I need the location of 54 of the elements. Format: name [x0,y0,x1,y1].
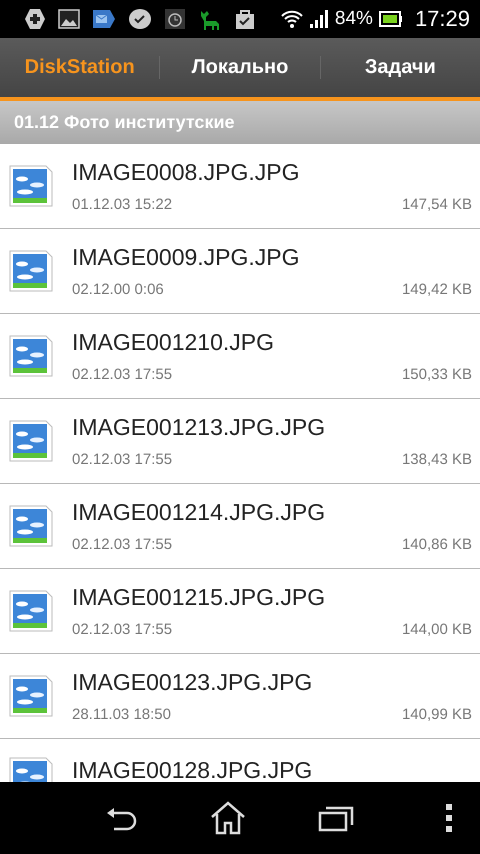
image-file-icon [9,250,53,292]
tab[interactable]: Локально [160,38,320,97]
file-size: 140,86 KB [402,536,472,553]
file-date: 01.12.03 15:22 [72,196,172,213]
file-row[interactable]: IMAGE00123.JPG.JPG 28.11.03 18:50 140,99 KB [0,654,480,739]
deer-icon [198,8,222,30]
add-notification-icon [24,8,46,30]
file-row[interactable]: IMAGE001215.JPG.JPG 02.12.03 17:55 144,00 KB [0,569,480,654]
file-name: IMAGE0008.JPG.JPG [72,159,301,186]
file-row[interactable]: IMAGE0009.JPG.JPG 02.12.00 0:06 149,42 KB [0,229,480,314]
battery-percent: 84% [334,8,373,30]
mail-icon [92,9,116,29]
recent-apps-icon[interactable] [318,804,354,832]
image-file-icon [9,590,53,632]
home-icon[interactable] [210,801,246,835]
image-file-icon [9,420,53,462]
file-size: 149,42 KB [402,281,472,298]
tab[interactable]: Задачи [320,38,480,97]
wifi-icon [280,9,303,29]
image-file-icon [9,335,53,377]
file-date: 02.12.03 17:55 [72,366,172,383]
file-name: IMAGE0009.JPG.JPG [72,244,301,271]
folder-title: 01.12 Фото институтские [14,112,235,133]
clock-time: 17:29 [414,6,470,32]
file-row[interactable]: IMAGE001213.JPG.JPG 02.12.03 17:55 138,43 KB [0,399,480,484]
file-name: IMAGE00123.JPG.JPG [72,669,314,696]
alarm-clock-icon [164,8,186,30]
file-size: 144,00 KB [402,621,472,638]
file-date: 02.12.00 0:06 [72,281,164,298]
file-name: IMAGE001213.JPG.JPG [72,414,326,441]
battery-icon [378,11,403,27]
file-row[interactable]: IMAGE001214.JPG.JPG 02.12.03 17:55 140,86 KB [0,484,480,569]
file-date: 02.12.03 17:55 [72,536,172,553]
file-name: IMAGE001214.JPG.JPG [72,499,326,526]
file-size: 147,54 KB [402,196,472,213]
check-bubble-icon [128,7,152,31]
menu-icon[interactable] [446,804,452,832]
image-file-icon [9,505,53,547]
file-date: 28.11.03 18:50 [72,706,171,723]
file-name: IMAGE00128.JPG.JPG [72,757,314,782]
file-date: 02.12.03 17:55 [72,451,172,468]
file-row[interactable]: IMAGE001210.JPG 02.12.03 17:55 150,33 KB [0,314,480,399]
image-icon [58,9,80,29]
file-name: IMAGE001210.JPG [72,329,275,356]
image-file-icon [9,675,53,717]
file-date: 02.12.03 17:55 [72,621,172,638]
file-size: 138,43 KB [402,451,472,468]
file-row[interactable]: IMAGE0008.JPG.JPG 01.12.03 15:22 147,54 KB [0,144,480,229]
shopping-bag-icon [234,8,256,30]
file-size: 140,99 KB [402,706,472,723]
file-name: IMAGE001215.JPG.JPG [72,584,326,611]
file-size: 150,33 KB [402,366,472,383]
signal-icon [308,9,329,29]
image-file-icon [9,165,53,207]
